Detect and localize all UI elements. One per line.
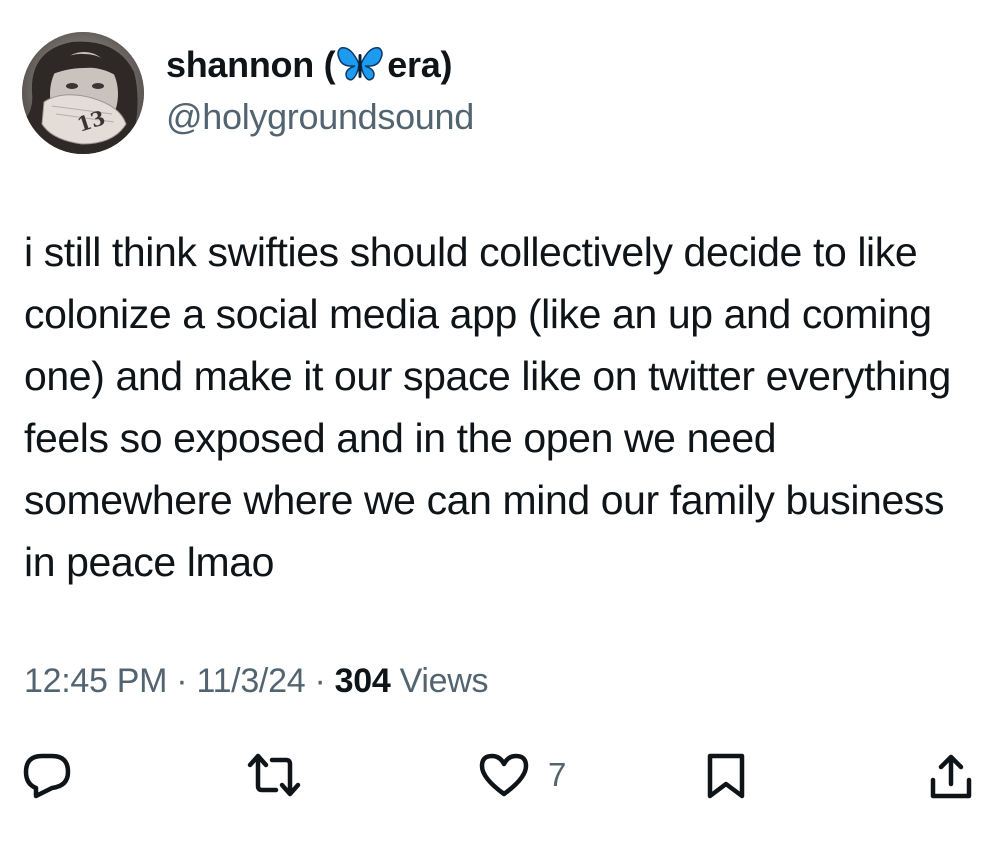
views-label: Views — [399, 662, 489, 700]
tweet-time[interactable]: 12:45 PM — [24, 662, 167, 700]
display-name[interactable]: shannon ( era) — [166, 44, 452, 86]
display-name-start: shannon ( — [166, 44, 336, 85]
user-handle[interactable]: @holygroundsound — [166, 96, 474, 138]
bookmark-icon — [707, 753, 745, 799]
like-count: 7 — [548, 756, 567, 793]
retweet-button[interactable] — [246, 752, 302, 798]
tweet-meta: 12:45 PM · 11/3/24 · 304 Views — [24, 662, 489, 701]
views-count: 304 — [334, 662, 391, 700]
heart-icon — [479, 753, 529, 797]
tweet-date[interactable]: 11/3/24 — [196, 662, 305, 700]
share-button[interactable] — [928, 752, 974, 802]
like-button[interactable]: 7 — [478, 752, 566, 798]
meta-separator: · — [176, 662, 188, 700]
avatar[interactable]: 13 — [22, 32, 144, 154]
share-icon — [930, 754, 972, 799]
retweet-icon — [247, 753, 301, 797]
avatar-image: 13 — [22, 32, 144, 154]
tweet-text: i still think swifties should collective… — [24, 229, 951, 585]
bookmark-button[interactable] — [704, 752, 748, 802]
reply-button[interactable] — [22, 752, 72, 800]
meta-separator: · — [314, 662, 326, 700]
reply-icon — [23, 753, 71, 799]
display-name-end: era) — [387, 44, 453, 85]
butterfly-emoji-icon — [337, 46, 384, 84]
